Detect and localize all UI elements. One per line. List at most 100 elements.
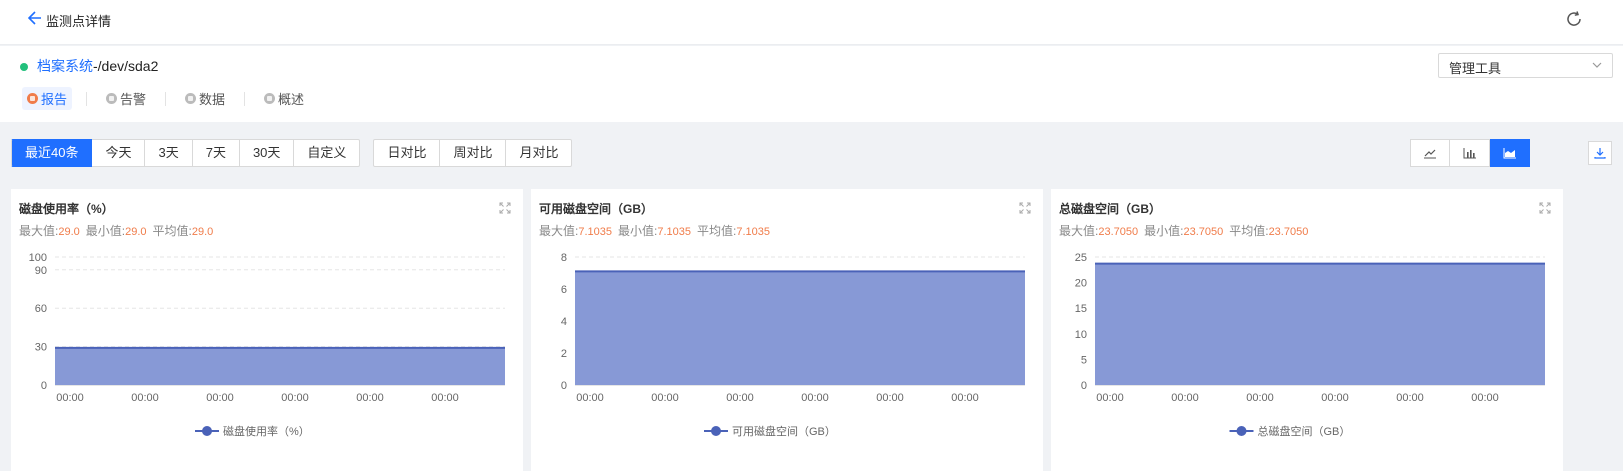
time-range-toolbar: 最近40条 今天 3天 7天 30天 自定义 日对比 周对比 月对比 xyxy=(11,139,585,167)
min-label: 最小值: xyxy=(1144,224,1184,238)
panel-title: 总磁盘空间（GB） xyxy=(1059,202,1162,216)
range-7-days-button[interactable]: 7天 xyxy=(192,139,240,167)
series-area xyxy=(55,347,505,385)
x-tick-label: 00:00 xyxy=(56,392,84,404)
min-label: 最小值: xyxy=(85,224,126,238)
avg-value: 23.7050 xyxy=(1268,226,1309,238)
resource-path: -/dev/sda2 xyxy=(93,58,159,74)
data-icon xyxy=(185,93,197,104)
page-title: 监测点详情 xyxy=(46,14,112,29)
series-area xyxy=(575,271,1025,385)
min-label: 最小值: xyxy=(618,224,658,238)
y-tick-label: 10 xyxy=(1075,329,1087,341)
legend-label: 总磁盘空间（GB） xyxy=(1258,424,1351,438)
range-3-days-button[interactable]: 3天 xyxy=(145,139,193,167)
expand-icon[interactable] xyxy=(1019,202,1031,214)
range-custom-button[interactable]: 自定义 xyxy=(294,139,361,167)
avg-label: 平均值: xyxy=(697,224,737,238)
tab-label: 告警 xyxy=(120,92,147,107)
detail-tabs: 报告 告警 数据 概述 xyxy=(22,87,309,110)
y-tick-label: 30 xyxy=(35,342,47,354)
y-tick-label: 0 xyxy=(1081,380,1087,392)
y-tick-label: 25 xyxy=(1075,252,1087,264)
y-tick-label: 8 xyxy=(561,252,567,264)
max-value: 7.1035 xyxy=(578,226,612,238)
line-chart-icon xyxy=(1424,149,1436,159)
series-area xyxy=(1095,263,1545,385)
tab-alarm[interactable]: 告警 xyxy=(101,87,151,110)
expand-icon[interactable] xyxy=(1539,202,1551,214)
x-tick-label: 00:00 xyxy=(1171,392,1199,404)
range-button-group: 最近40条 今天 3天 7天 30天 自定义 xyxy=(11,139,361,167)
compare-week-button[interactable]: 周对比 xyxy=(440,139,507,167)
avg-label: 平均值: xyxy=(152,224,192,238)
x-tick-label: 00:00 xyxy=(651,392,679,404)
range-latest-40-button[interactable]: 最近40条 xyxy=(11,139,93,167)
overview-icon xyxy=(264,93,276,104)
expand-icon[interactable] xyxy=(499,202,511,214)
tab-divider xyxy=(86,91,88,106)
management-tools-select[interactable]: 管理工具 xyxy=(1438,53,1613,78)
bar-chart-button[interactable] xyxy=(1450,139,1490,167)
tab-label: 概述 xyxy=(278,92,305,107)
back-button[interactable]: 监测点详情 xyxy=(27,11,112,30)
avg-value: 7.1035 xyxy=(736,226,770,238)
tab-divider xyxy=(244,91,246,106)
chart-type-group xyxy=(1410,139,1530,167)
y-tick-label: 60 xyxy=(35,303,47,315)
tab-label: 报告 xyxy=(41,92,68,107)
resource-link[interactable]: 档案系统 xyxy=(37,58,93,74)
max-value: 29.0 xyxy=(58,226,80,238)
management-tools-value: 管理工具 xyxy=(1449,61,1502,76)
panel-title: 磁盘使用率（%） xyxy=(19,202,114,216)
compare-button-group: 日对比 周对比 月对比 xyxy=(373,139,573,167)
tab-report[interactable]: 报告 xyxy=(22,87,73,110)
avg-value: 29.0 xyxy=(191,226,214,238)
x-tick-label: 00:00 xyxy=(801,392,829,404)
x-tick-label: 00:00 xyxy=(206,392,234,404)
x-tick-label: 00:00 xyxy=(431,392,459,404)
x-tick-label: 00:00 xyxy=(1321,392,1349,404)
compare-day-button[interactable]: 日对比 xyxy=(373,139,441,167)
arrow-left-icon xyxy=(27,11,42,30)
y-tick-label: 5 xyxy=(1081,354,1087,366)
y-tick-label: 20 xyxy=(1075,278,1087,290)
y-tick-label: 100 xyxy=(29,252,47,264)
y-tick-label: 4 xyxy=(561,316,567,328)
x-tick-label: 00:00 xyxy=(281,392,309,404)
x-tick-label: 00:00 xyxy=(951,392,979,404)
resource-name: 档案系统-/dev/sda2 xyxy=(37,56,158,76)
page-header: 监测点详情 xyxy=(0,0,1623,45)
x-tick-label: 00:00 xyxy=(876,392,904,404)
panel-stats: 最大值:7.1035 最小值:7.1035 平均值:7.1035 xyxy=(539,222,776,239)
x-tick-label: 00:00 xyxy=(1396,392,1424,404)
bar-chart-icon xyxy=(1463,148,1476,159)
disk-usage-panel: 磁盘使用率（%） 最大值:29.0 最小值:29.0 平均值:29.0 0 30 60 9… xyxy=(11,189,523,471)
tab-data[interactable]: 数据 xyxy=(180,87,230,110)
range-30-days-button[interactable]: 30天 xyxy=(239,139,295,167)
x-tick-label: 00:00 xyxy=(1246,392,1274,404)
legend-label: 磁盘使用率（%） xyxy=(223,424,310,438)
download-icon xyxy=(1594,148,1606,159)
x-tick-label: 00:00 xyxy=(1471,392,1499,404)
y-tick-label: 6 xyxy=(561,284,567,296)
chevron-down-icon xyxy=(1591,59,1603,71)
line-chart-button[interactable] xyxy=(1410,139,1450,167)
min-value: 29.0 xyxy=(125,226,147,238)
y-tick-label: 90 xyxy=(35,265,47,277)
download-button[interactable] xyxy=(1588,141,1612,165)
tab-divider xyxy=(165,91,167,106)
range-today-button[interactable]: 今天 xyxy=(92,139,146,167)
available-space-panel: 可用磁盘空间（GB） 最大值:7.1035 最小值:7.1035 平均值:7.103… xyxy=(531,189,1043,471)
x-tick-label: 00:00 xyxy=(356,392,384,404)
compare-month-button[interactable]: 月对比 xyxy=(506,139,573,167)
refresh-icon[interactable] xyxy=(1565,10,1585,30)
area-chart-button[interactable] xyxy=(1490,139,1530,167)
legend-marker xyxy=(711,426,721,436)
chart-svg: 0 5 10 15 20 25 00:00 00:00 00:00 00:00 00:00 00:00… xyxy=(1075,252,1545,438)
x-tick-label: 00:00 xyxy=(131,392,159,404)
avg-label: 平均值: xyxy=(1229,224,1269,238)
y-tick-label: 0 xyxy=(561,380,567,392)
max-label: 最大值: xyxy=(19,224,59,238)
tab-overview[interactable]: 概述 xyxy=(259,87,309,110)
